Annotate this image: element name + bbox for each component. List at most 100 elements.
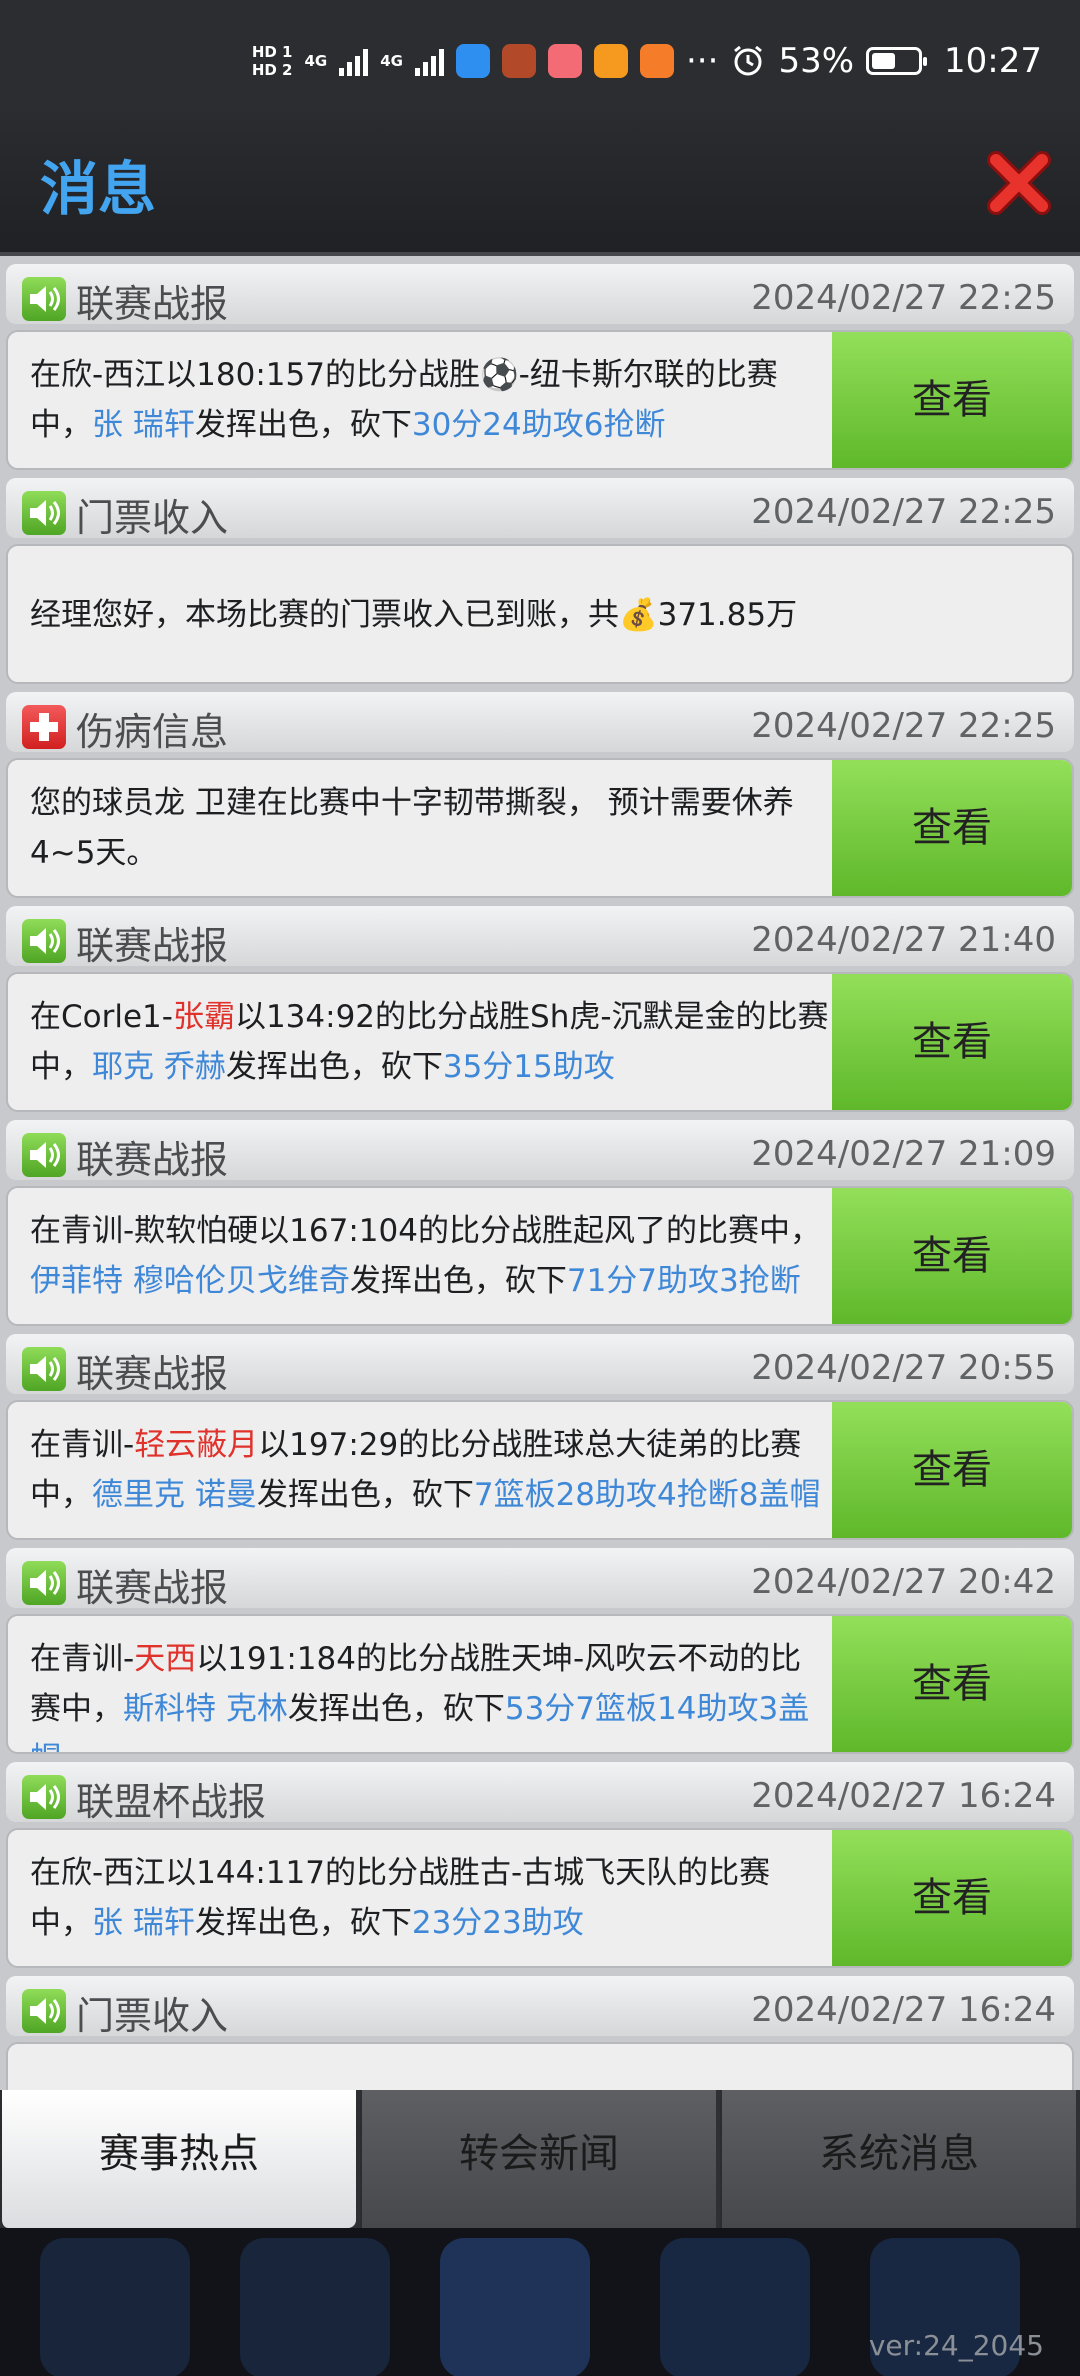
tab-bar: 赛事热点 转会新闻 系统消息 — [0, 2090, 1080, 2228]
close-icon[interactable] — [986, 150, 1052, 216]
red-app-icon — [548, 44, 582, 78]
message-text-segment: 在青训- — [30, 1641, 135, 1677]
message-header: 门票收入 2024/02/27 22:25 — [6, 478, 1074, 540]
orange-play-icon — [640, 44, 674, 78]
message-text-segment: 发挥出色，砍下 — [225, 1049, 443, 1085]
alarm-icon — [734, 45, 763, 76]
message-text-segment: 在Corle1- — [30, 999, 173, 1035]
speaker-icon — [22, 1989, 66, 2033]
game-background: ver:24_2045 — [0, 2228, 1080, 2376]
battery-fill — [872, 53, 896, 69]
player-highlight: 斯科特 克林 — [123, 1691, 288, 1727]
message-title: 联赛战报 — [76, 1138, 229, 1182]
message-header: 联盟杯战报 2024/02/27 16:24 — [6, 1762, 1074, 1824]
message-body: 您的球员龙 卫建在比赛中十字韧带撕裂， 预计需要休养4~5天。 查看 — [6, 758, 1074, 898]
signal-icon — [339, 46, 369, 76]
message-title: 门票收入 — [76, 1994, 229, 2038]
view-button[interactable]: 查看 — [832, 1402, 1072, 1538]
message-title: 联赛战报 — [76, 924, 229, 968]
message-body: 在欣-西江以180:157的比分战胜⚽-纽卡斯尔联的比赛中，张 瑞轩发挥出色，砍… — [6, 330, 1074, 470]
message-title: 伤病信息 — [76, 710, 229, 754]
message-timestamp: 2024/02/27 16:24 — [751, 1990, 1056, 2030]
message-text-segment: 发挥出色，砍下 — [287, 1691, 505, 1727]
view-button[interactable]: 查看 — [832, 760, 1072, 896]
player-highlight: 张 瑞轩 — [92, 1905, 195, 1941]
speaker-icon — [22, 1347, 66, 1391]
message-text: 您的球员龙 卫建在比赛中十字韧带撕裂， 预计需要休养4~5天。 — [30, 778, 830, 878]
message-body: 在Corle1-张霸以134:92的比分战胜Sh虎-沉默是金的比赛中，耶克 乔赫… — [6, 972, 1074, 1112]
tab-transfer-news[interactable]: 转会新闻 — [360, 2090, 716, 2228]
status-bar: HD 1 HD 2 4G 4G ··· 53% 10:27 — [0, 0, 1080, 112]
coin-icon: 💰 — [619, 597, 658, 633]
message-text: 在欣-西江以180:157的比分战胜⚽-纽卡斯尔联的比赛中，张 瑞轩发挥出色，砍… — [30, 350, 830, 450]
message-body: 在欣-西江以144:117的比分战胜古-古城飞天队的比赛中，张 瑞轩发挥出色，砍… — [6, 1828, 1074, 1968]
player-highlight: 71分7助攻3抢断 — [566, 1263, 801, 1299]
weather-icon — [456, 44, 490, 78]
message-title: 联赛战报 — [76, 1352, 229, 1396]
message-header: 门票收入 2024/02/27 16:24 — [6, 1976, 1074, 2038]
hd2-label: HD 2 — [251, 61, 293, 79]
view-button[interactable]: 查看 — [832, 1616, 1072, 1752]
player-highlight: 德里克 诺曼 — [92, 1477, 257, 1513]
view-button[interactable]: 查看 — [832, 1188, 1072, 1324]
speaker-icon — [22, 1561, 66, 1605]
message-header: 联赛战报 2024/02/27 20:42 — [6, 1548, 1074, 1610]
player-highlight: 23分23助攻 — [411, 1905, 584, 1941]
message-text-segment: 371.85万 — [657, 597, 798, 633]
message-text-segment: 发挥出色，砍下 — [256, 1477, 474, 1513]
view-button[interactable]: 查看 — [832, 332, 1072, 468]
team-highlight: 天西 — [134, 1641, 197, 1677]
net1-label: 4G — [304, 52, 328, 70]
message-text: 在欣-西江以144:117的比分战胜古-古城飞天队的比赛中，张 瑞轩发挥出色，砍… — [30, 1848, 830, 1948]
player-highlight: 35分15助攻 — [442, 1049, 615, 1085]
message-timestamp: 2024/02/27 20:42 — [751, 1562, 1056, 1602]
message-body: 经理您好，本场比赛的门票收入已到账，共💰371.85万 — [6, 544, 1074, 684]
message-text-segment: 发挥出色，砍下 — [349, 1263, 567, 1299]
message-text-segment: 经理您好，本场比赛的门票收入已到账，共 — [30, 597, 619, 633]
tab-system-messages[interactable]: 系统消息 — [720, 2090, 1076, 2228]
speaker-icon — [22, 277, 66, 321]
message-text-segment: 在青训-欺软怕硬以167:104的比分战胜起风了的比赛中， — [30, 1213, 821, 1249]
player-highlight: 张 瑞轩 — [92, 407, 195, 443]
view-button[interactable]: 查看 — [832, 1830, 1072, 1966]
messages-header: 消息 — [0, 112, 1080, 256]
message-timestamp: 2024/02/27 22:25 — [751, 492, 1056, 532]
team-highlight: 轻云蔽月 — [134, 1427, 259, 1463]
version-label: ver:24_2045 — [868, 2329, 1044, 2362]
message-text: 在青训-天西以191:184的比分战胜天坤-风吹云不动的比赛中，斯科特 克林发挥… — [30, 1634, 830, 1752]
player-highlight: 伊菲特 穆哈伦贝戈维奇 — [30, 1263, 350, 1299]
message-text: 在青训-轻云蔽月以197:29的比分战胜球总大徒弟的比赛中，德里克 诺曼发挥出色… — [30, 1420, 830, 1520]
player-highlight: 耶克 乔赫 — [92, 1049, 226, 1085]
view-button[interactable]: 查看 — [832, 974, 1072, 1110]
message-list[interactable]: 联赛战报 2024/02/27 22:25 在欣-西江以180:157的比分战胜⚽-… — [0, 256, 1080, 2090]
message-header: 伤病信息 2024/02/27 22:25 — [6, 692, 1074, 754]
battery-percent: 53% — [778, 41, 855, 81]
page-title: 消息 — [40, 155, 157, 223]
net2-label: 4G — [380, 52, 403, 70]
battery-icon — [866, 47, 928, 75]
clock: 10:27 — [944, 41, 1042, 81]
message-text-segment: 在青训- — [30, 1427, 135, 1463]
message-timestamp: 2024/02/27 21:40 — [751, 920, 1056, 960]
message-body: 在青训-轻云蔽月以197:29的比分战胜球总大徒弟的比赛中，德里克 诺曼发挥出色… — [6, 1400, 1074, 1540]
message-body — [6, 2042, 1074, 2090]
hd-indicator: HD 1 HD 2 — [252, 43, 293, 79]
tab-event-hotspot[interactable]: 赛事热点 — [0, 2090, 356, 2228]
message-timestamp: 2024/02/27 16:24 — [751, 1776, 1056, 1816]
speaker-icon — [22, 491, 66, 535]
injury-cross-icon — [22, 705, 66, 749]
player-highlight: 7篮板28助攻4抢断8盖帽 — [473, 1477, 821, 1513]
message-title: 联赛战报 — [76, 1566, 229, 1610]
speaker-icon — [22, 1775, 66, 1819]
message-text-segment: 发挥出色，砍下 — [194, 407, 412, 443]
hd1-label: HD 1 — [251, 43, 293, 61]
message-timestamp: 2024/02/27 20:55 — [751, 1348, 1056, 1388]
message-title: 联盟杯战报 — [76, 1780, 267, 1824]
message-text: 经理您好，本场比赛的门票收入已到账，共💰371.85万 — [30, 590, 1030, 640]
message-timestamp: 2024/02/27 22:25 — [751, 706, 1056, 746]
message-body: 在青训-欺软怕硬以167:104的比分战胜起风了的比赛中， 伊菲特 穆哈伦贝戈维奇… — [6, 1186, 1074, 1326]
message-timestamp: 2024/02/27 22:25 — [751, 278, 1056, 318]
message-title: 联赛战报 — [76, 282, 229, 326]
speaker-icon — [22, 919, 66, 963]
message-timestamp: 2024/02/27 21:09 — [751, 1134, 1056, 1174]
